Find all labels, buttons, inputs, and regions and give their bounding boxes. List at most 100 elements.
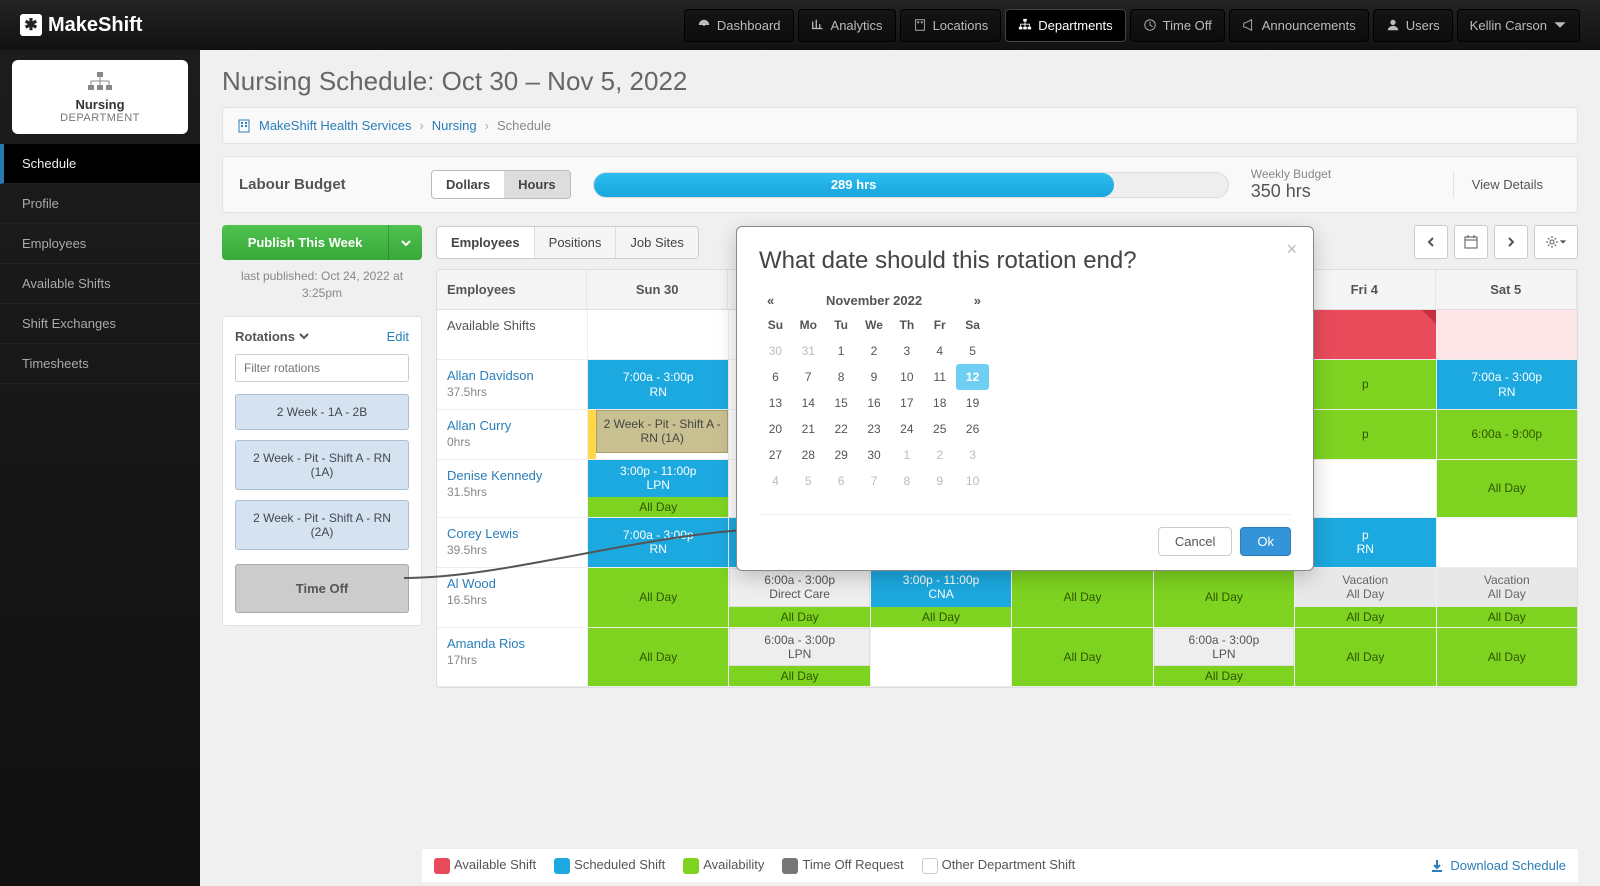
download-schedule-link[interactable]: Download Schedule (1430, 858, 1566, 873)
schedule-cell[interactable]: All Day (1294, 628, 1435, 687)
schedule-cell[interactable]: RN (870, 518, 1011, 567)
sidebar-item-available-shifts[interactable]: Available Shifts (0, 264, 200, 304)
shift[interactable]: 6:00a - 3:00pLPN (729, 628, 869, 667)
schedule-cell[interactable] (870, 460, 1011, 517)
shift[interactable]: p (1295, 360, 1435, 409)
shift[interactable] (1012, 518, 1152, 567)
shift[interactable]: 7:00a - 3:00pRN (588, 360, 728, 409)
rotation-card[interactable]: 2 Week - 1A - 2B (235, 394, 409, 430)
schedule-cell[interactable]: p (1294, 360, 1435, 409)
schedule-cell[interactable] (1153, 460, 1294, 517)
schedule-cell[interactable]: All Day (587, 568, 728, 627)
shift[interactable]: pRN (1295, 518, 1435, 567)
employee-link[interactable]: Amanda Rios (447, 636, 525, 651)
schedule-cell[interactable]: p (1294, 310, 1435, 359)
schedule-cell[interactable] (1011, 410, 1152, 459)
rotation-card[interactable]: 2 Week - Pit - Shift A - RN (1A) (235, 440, 409, 490)
tab-positions[interactable]: Positions (535, 227, 617, 258)
schedule-cell[interactable] (870, 628, 1011, 687)
calendar-button[interactable] (1454, 225, 1488, 259)
schedule-cell[interactable]: 3:00p - 11:00pCNAAll Day (870, 568, 1011, 627)
employee-link[interactable]: Al Wood (447, 576, 496, 591)
schedule-cell[interactable]: 6:00a - 3:00pDirect CareAll Day (728, 568, 869, 627)
schedule-cell[interactable]: 2 Week - Pit - Shift A - RN (1A) (587, 410, 728, 459)
shift[interactable]: 3:00p - 11:00pLPN (588, 460, 728, 497)
sidebar-item-profile[interactable]: Profile (0, 184, 200, 224)
rotation-card[interactable]: 2 Week - Pit - Shift A - RN (2A) (235, 500, 409, 550)
shift[interactable]: CNA (729, 518, 869, 567)
shift[interactable]: All Day (588, 568, 728, 627)
schedule-cell[interactable]: CNA (728, 518, 869, 567)
schedule-cell[interactable] (728, 410, 869, 459)
schedule-cell[interactable] (587, 310, 728, 359)
schedule-cell[interactable]: 6:00a - 9:00p (1436, 410, 1577, 459)
shift[interactable]: 7:00a - 3:00pRN (1437, 360, 1577, 409)
schedule-cell[interactable]: VacationAll DayAll Day (1294, 568, 1435, 627)
publish-dropdown[interactable] (388, 225, 422, 260)
topnav-kellin-carson[interactable]: Kellin Carson (1457, 9, 1580, 42)
shift[interactable]: RN (871, 518, 1011, 567)
schedule-cell[interactable] (1011, 460, 1152, 517)
schedule-cell[interactable]: pRN (1294, 518, 1435, 567)
shift[interactable]: 6:00a - 9:00p (1437, 410, 1577, 459)
schedule-cell[interactable]: All Day (1011, 568, 1152, 627)
schedule-cell[interactable]: 7:00a - 3:00pRN (587, 360, 728, 409)
view-details-button[interactable]: View Details (1453, 171, 1561, 198)
topnav-time-off[interactable]: Time Off (1130, 9, 1225, 42)
employee-link[interactable]: Allan Davidson (447, 368, 534, 383)
schedule-cell[interactable]: p (1294, 410, 1435, 459)
department-chip[interactable]: Nursing DEPARTMENT (12, 60, 188, 134)
schedule-cell[interactable] (728, 360, 869, 409)
schedule-cell[interactable] (728, 310, 869, 359)
prev-week-button[interactable] (1414, 225, 1448, 259)
employee-link[interactable]: Corey Lewis (447, 526, 519, 541)
shift[interactable]: All Day (1295, 628, 1435, 687)
schedule-cell[interactable]: All Day (587, 628, 728, 687)
schedule-cell[interactable]: All Day (1011, 628, 1152, 687)
schedule-cell[interactable]: RN (1153, 518, 1294, 567)
shift[interactable]: All Day (1437, 460, 1577, 517)
shift[interactable]: All Day (1012, 568, 1152, 627)
shift[interactable]: 6:00a - 3:00pLPN (1154, 628, 1294, 667)
shift[interactable]: 3:00p - 11:00pCNA (871, 568, 1011, 607)
schedule-cell[interactable] (728, 460, 869, 517)
shift[interactable]: All Day (1154, 568, 1294, 627)
schedule-cell[interactable] (1153, 310, 1294, 359)
dragged-rotation[interactable]: 2 Week - Pit - Shift A - RN (1A) (596, 410, 728, 453)
shift[interactable]: All Day (1012, 628, 1152, 687)
crumb-org[interactable]: MakeShift Health Services (259, 118, 411, 133)
schedule-cell[interactable] (1294, 460, 1435, 517)
topnav-announcements[interactable]: Announcements (1229, 9, 1369, 42)
schedule-cell[interactable] (1011, 518, 1152, 567)
timeoff-card[interactable]: Time Off (235, 564, 409, 613)
sidebar-item-timesheets[interactable]: Timesheets (0, 344, 200, 384)
schedule-cell[interactable] (870, 410, 1011, 459)
sidebar-item-schedule[interactable]: Schedule (0, 144, 200, 184)
schedule-cell[interactable]: 7:00a - 3:00pRN (587, 518, 728, 567)
next-week-button[interactable] (1494, 225, 1528, 259)
schedule-cell[interactable]: 3:00p - 11:00pLPNAll Day (587, 460, 728, 517)
sidebar-item-shift-exchanges[interactable]: Shift Exchanges (0, 304, 200, 344)
shift[interactable]: 7:00a - 3:00pRN (588, 518, 728, 567)
publish-button[interactable]: Publish This Week (222, 225, 388, 260)
schedule-cell[interactable]: 6:00a - 3:00pLPNAll Day (1153, 628, 1294, 687)
crumb-dept[interactable]: Nursing (432, 118, 477, 133)
available-shift[interactable]: p (1295, 310, 1435, 359)
tab-employees[interactable]: Employees (437, 227, 535, 258)
available-shift-empty[interactable] (1437, 310, 1577, 359)
shift[interactable]: p (1295, 410, 1435, 459)
schedule-cell[interactable] (1436, 310, 1577, 359)
shift[interactable]: All Day (1437, 628, 1577, 687)
schedule-cell[interactable]: VacationAll DayAll Day (1436, 568, 1577, 627)
employee-link[interactable]: Allan Curry (447, 418, 511, 433)
schedule-cell[interactable] (1436, 518, 1577, 567)
schedule-cell[interactable] (1153, 410, 1294, 459)
tab-job-sites[interactable]: Job Sites (616, 227, 697, 258)
topnav-locations[interactable]: Locations (900, 9, 1002, 42)
shift[interactable]: All Day (588, 628, 728, 687)
schedule-cell[interactable]: All Day (1436, 628, 1577, 687)
rotations-edit[interactable]: Edit (387, 329, 409, 344)
shift[interactable]: VacationAll Day (1295, 568, 1435, 607)
schedule-cell[interactable]: 7:00a - 3:00pRN (1436, 360, 1577, 409)
shift[interactable]: VacationAll Day (1437, 568, 1577, 607)
